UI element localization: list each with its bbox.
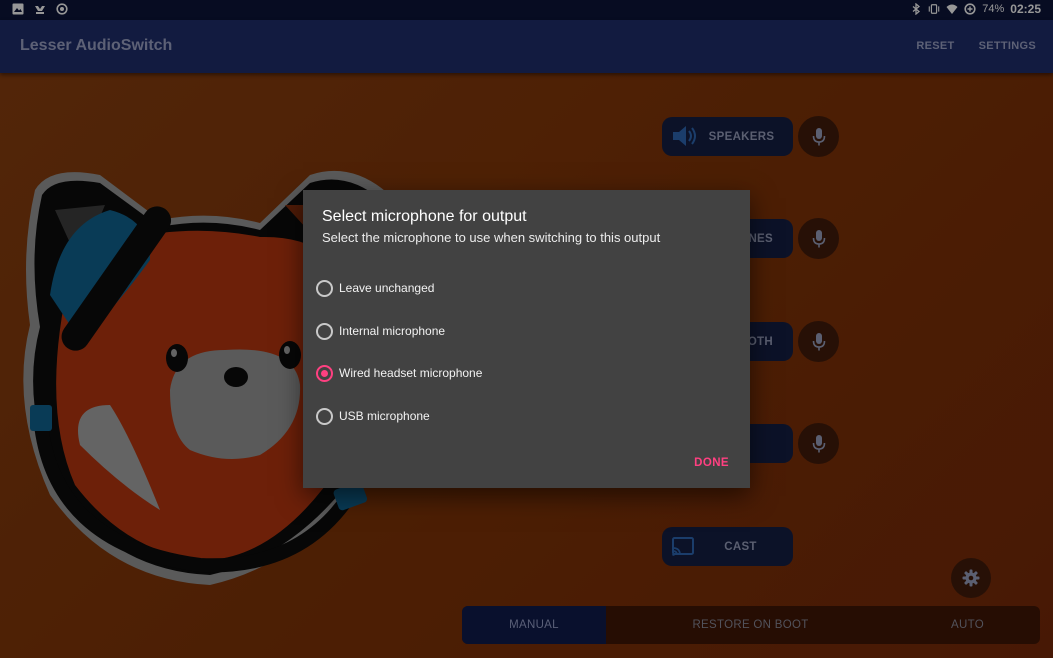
option-internal-microphone[interactable]: Internal microphone — [316, 320, 445, 342]
radio-button-selected[interactable] — [316, 364, 333, 382]
option-label: Internal microphone — [339, 324, 446, 338]
option-wired-headset-microphone[interactable]: Wired headset microphone — [316, 362, 482, 384]
option-label: Leave unchanged — [339, 281, 435, 295]
dialog-title: Select microphone for output — [322, 208, 527, 225]
radio-button[interactable] — [316, 322, 333, 340]
radio-button[interactable] — [316, 279, 333, 297]
option-usb-microphone[interactable]: USB microphone — [316, 405, 430, 427]
done-button[interactable]: DONE — [694, 457, 729, 469]
dialog-subtitle: Select the microphone to use when switch… — [322, 230, 661, 245]
option-leave-unchanged[interactable]: Leave unchanged — [316, 277, 434, 299]
option-label: Wired headset microphone — [339, 366, 483, 380]
microphone-select-dialog: Select microphone for output Select the … — [303, 190, 750, 488]
radio-button[interactable] — [316, 407, 333, 425]
option-label: USB microphone — [339, 409, 430, 423]
